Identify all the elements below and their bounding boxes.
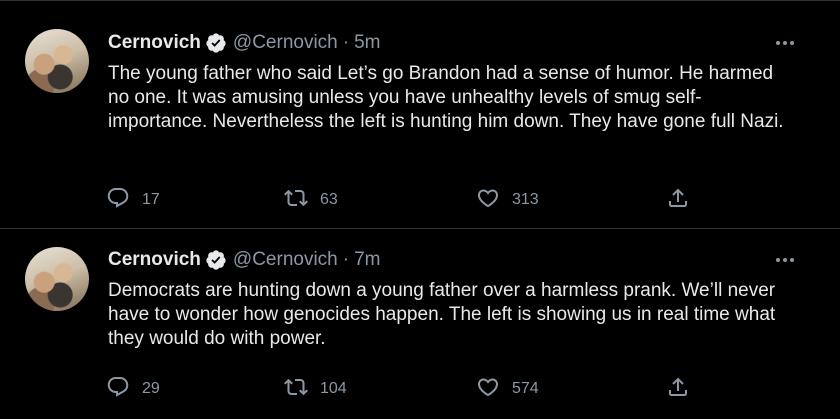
separator: · — [342, 249, 350, 270]
retweet-button[interactable]: 63 — [284, 186, 338, 214]
retweet-button[interactable]: 104 — [284, 375, 347, 403]
tweet-text: The young father who said Let’s go Brand… — [108, 63, 784, 132]
avatar[interactable] — [25, 29, 89, 93]
like-button[interactable]: 313 — [476, 186, 539, 214]
separator: · — [342, 32, 350, 53]
author-name[interactable]: Cernovich — [108, 249, 201, 271]
share-icon — [666, 375, 690, 404]
more-icon[interactable] — [776, 255, 800, 265]
verified-badge-icon — [205, 32, 227, 54]
author-handle[interactable]: @Cernovich — [233, 249, 338, 271]
reply-icon — [106, 375, 130, 404]
timestamp[interactable]: 5m — [354, 32, 380, 54]
like-icon — [476, 186, 500, 215]
tweet[interactable]: Cernovich @Cernovich · 7m Democrats are … — [0, 228, 840, 419]
retweet-count: 104 — [320, 380, 347, 397]
retweet-icon — [284, 186, 308, 215]
reply-button[interactable]: 17 — [106, 186, 160, 214]
like-count: 313 — [512, 191, 539, 208]
tweet-text: Democrats are hunting down a young fathe… — [108, 280, 776, 349]
share-icon — [666, 186, 690, 215]
tweet-header: Cernovich @Cernovich · 7m — [108, 247, 380, 273]
share-button[interactable] — [666, 186, 690, 214]
verified-badge-icon — [205, 249, 227, 271]
avatar[interactable] — [25, 247, 89, 311]
share-button[interactable] — [666, 375, 690, 403]
tweet-header: Cernovich @Cernovich · 5m — [108, 30, 380, 56]
like-button[interactable]: 574 — [476, 375, 539, 403]
tweet[interactable]: Cernovich @Cernovich · 5m The young fath… — [0, 0, 840, 228]
retweet-count: 63 — [320, 191, 338, 208]
reply-button[interactable]: 29 — [106, 375, 160, 403]
more-icon[interactable] — [776, 38, 800, 48]
reply-icon — [106, 186, 130, 215]
author-name[interactable]: Cernovich — [108, 32, 201, 54]
like-count: 574 — [512, 380, 539, 397]
reply-count: 29 — [142, 380, 160, 397]
like-icon — [476, 375, 500, 404]
reply-count: 17 — [142, 191, 160, 208]
timestamp[interactable]: 7m — [354, 249, 380, 271]
author-handle[interactable]: @Cernovich — [233, 32, 338, 54]
tweet-actions: 17 63 313 — [106, 186, 706, 214]
tweet-actions: 29 104 574 — [106, 375, 706, 403]
retweet-icon — [284, 375, 308, 404]
